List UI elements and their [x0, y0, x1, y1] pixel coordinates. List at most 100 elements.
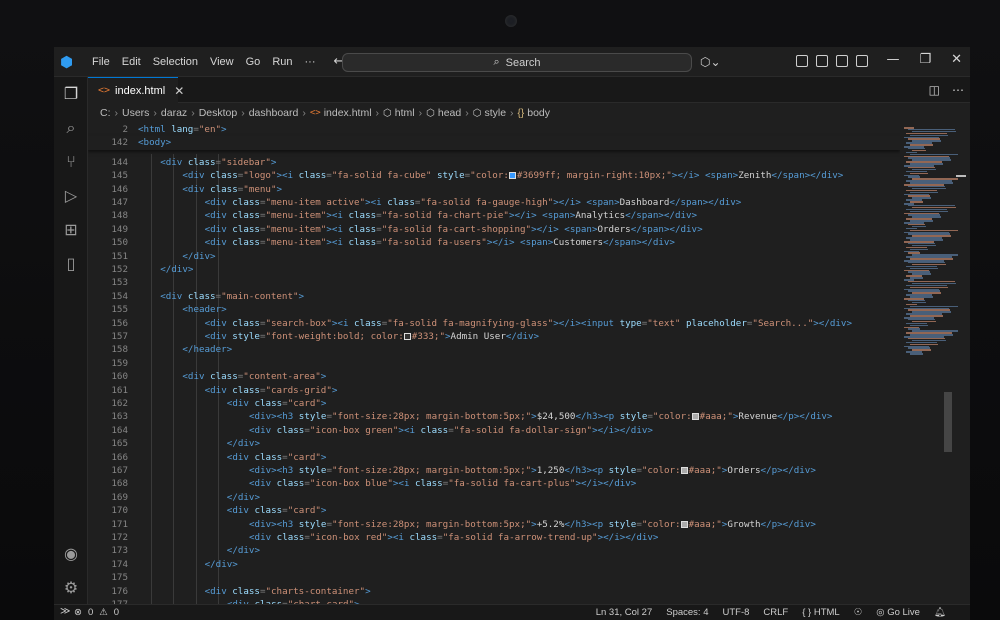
breadcrumb-html[interactable]: html — [395, 107, 415, 119]
code-token: "color: — [652, 411, 692, 423]
breadcrumb-dashboard[interactable]: dashboard — [249, 107, 299, 119]
code-line[interactable]: 175 — [88, 571, 900, 584]
minimize-icon[interactable]: — — [886, 52, 899, 67]
account-icon[interactable]: ◉ — [62, 545, 80, 563]
toggle-panel-icon[interactable] — [836, 55, 848, 67]
menu-run[interactable]: Run — [266, 56, 298, 68]
code-line[interactable]: 161 <div class="cards-grid"> — [88, 384, 900, 397]
code-line[interactable]: 160 <div class="content-area"> — [88, 370, 900, 383]
code-line[interactable]: 149 <div class="menu-item"><i class="fa-s… — [88, 223, 900, 236]
breadcrumb-user[interactable]: daraz — [161, 107, 187, 119]
code-line[interactable]: 176 <div class="charts-container"> — [88, 585, 900, 598]
code-line[interactable]: 153 — [88, 276, 900, 289]
copilot-status-icon[interactable]: ☉ — [854, 607, 863, 618]
color-swatch[interactable] — [508, 172, 516, 180]
code-line[interactable]: 157 <div style="font-weight:bold; color: #… — [88, 330, 900, 343]
toggle-secondary-sidebar-icon[interactable] — [856, 55, 868, 67]
copilot-icon[interactable]: ⬡⌄ — [700, 55, 721, 69]
code-line[interactable]: 164 <div class="icon-box green"><i class=… — [88, 424, 900, 437]
code-line[interactable]: 150 <div class="menu-item"><i class="fa-s… — [88, 236, 900, 249]
code-line[interactable]: 151 </div> — [88, 250, 900, 263]
breadcrumb-style[interactable]: style — [484, 107, 506, 119]
color-swatch[interactable] — [680, 520, 688, 528]
code-line[interactable]: 156 <div class="search-box"><i class="fa-… — [88, 317, 900, 330]
code-line[interactable]: 169 </div> — [88, 491, 900, 504]
color-swatch[interactable] — [403, 333, 411, 340]
code-line[interactable]: 163 <div><h3 style="font-size:28px; margi… — [88, 410, 900, 423]
code-line[interactable]: 174 </div> — [88, 558, 900, 571]
close-tab-icon[interactable]: ✕ — [174, 84, 184, 98]
code-line[interactable]: 162 <div class="card"> — [88, 397, 900, 410]
minimap[interactable] — [900, 123, 960, 604]
menu-go[interactable]: Go — [240, 56, 267, 68]
code-line[interactable]: 159 — [88, 357, 900, 370]
color-swatch[interactable] — [691, 413, 699, 421]
cursor-position[interactable]: Ln 31, Col 27 — [596, 607, 653, 618]
code-token: "menu" — [243, 183, 277, 195]
line-ending[interactable]: CRLF — [763, 607, 788, 618]
menu-more[interactable]: ··· — [299, 56, 322, 68]
code-line[interactable]: 167 <div><h3 style="font-size:28px; margi… — [88, 464, 900, 477]
sticky-scroll-line[interactable]: 142 <body> — [88, 136, 900, 150]
code-line[interactable]: 146 <div class="menu"> — [88, 183, 900, 196]
go-live-button[interactable]: ◎ Go Live — [876, 607, 920, 618]
code-line[interactable]: 155 <header> — [88, 303, 900, 316]
code-line[interactable]: 158 </header> — [88, 343, 900, 356]
code-line[interactable]: 166 <div class="card"> — [88, 451, 900, 464]
breadcrumb-users[interactable]: Users — [122, 107, 149, 119]
code-line[interactable]: 145 <div class="logo"><i class="fa-solid … — [88, 169, 900, 182]
indentation[interactable]: Spaces: 4 — [666, 607, 708, 618]
code-editor[interactable]: 2 <html lang="en"> 142 <body> 144 <div class=… — [88, 123, 900, 604]
code-line[interactable]: 165 </div> — [88, 437, 900, 450]
more-actions-icon[interactable]: ⋯ — [952, 83, 964, 97]
code-token: ></i> — [531, 223, 559, 235]
code-line[interactable]: 147 <div class="menu-item active"><i clas… — [88, 196, 900, 209]
run-debug-icon[interactable]: ▷ — [62, 187, 80, 205]
remote-icon[interactable]: ≫ — [60, 606, 70, 617]
breadcrumb-body[interactable]: body — [527, 107, 550, 119]
code-token: Orders — [597, 223, 631, 235]
code-line[interactable]: 173 </div> — [88, 544, 900, 557]
menu-edit[interactable]: Edit — [116, 56, 147, 68]
notifications-bell-icon[interactable]: 🔔︎ — [934, 607, 946, 618]
breadcrumb-drive[interactable]: C: — [100, 107, 111, 119]
menu-selection[interactable]: Selection — [147, 56, 204, 68]
code-token: #aaa;" — [688, 518, 722, 530]
command-center-search[interactable]: ⌕ Search — [342, 53, 692, 72]
explorer-icon[interactable]: ❐ — [62, 85, 80, 103]
sticky-scroll-line[interactable]: 2 <html lang="en"> — [88, 123, 900, 137]
code-line[interactable]: 172 <div class="icon-box red"><i class="f… — [88, 531, 900, 544]
color-swatch[interactable] — [680, 467, 688, 474]
tab-index-html[interactable]: <> index.html ✕ — [88, 77, 184, 103]
problems-indicator[interactable]: ⊗ 0 ⚠ 0 — [74, 607, 119, 618]
code-line[interactable]: 170 <div class="card"> — [88, 504, 900, 517]
code-token: </span></div> — [669, 197, 742, 208]
code-line[interactable]: 148 <div class="menu-item"><i class="fa-s… — [88, 209, 900, 222]
line-number: 168 — [111, 478, 128, 490]
mobile-device-icon[interactable]: ▯ — [62, 255, 80, 273]
layout-customize-icon[interactable] — [796, 55, 808, 67]
code-line[interactable]: 152 </div> — [88, 263, 900, 276]
toggle-sidebar-icon[interactable] — [816, 55, 828, 67]
encoding[interactable]: UTF-8 — [722, 607, 749, 618]
breadcrumb-head[interactable]: head — [438, 107, 461, 119]
code-line[interactable]: 168 <div class="icon-box blue"><i class="… — [88, 477, 900, 490]
extensions-icon[interactable]: ⊞ — [62, 221, 80, 239]
split-editor-icon[interactable]: ◫ — [929, 83, 940, 97]
menu-view[interactable]: View — [204, 56, 240, 68]
close-window-icon[interactable]: ✕ — [951, 52, 962, 67]
code-line[interactable]: 171 <div><h3 style="font-size:28px; margi… — [88, 518, 900, 531]
vertical-scrollbar[interactable] — [944, 392, 952, 452]
line-number: 150 — [111, 237, 128, 249]
restore-icon[interactable]: ❐ — [919, 52, 931, 67]
code-line[interactable]: 154 <div class="main-content"> — [88, 290, 900, 303]
language-mode[interactable]: { } HTML — [802, 607, 840, 618]
manage-gear-icon[interactable]: ⚙ — [62, 579, 80, 597]
search-view-icon[interactable]: ⌕ — [62, 119, 80, 137]
breadcrumb-desktop[interactable]: Desktop — [199, 107, 238, 119]
breadcrumb-file[interactable]: index.html — [324, 107, 372, 119]
code-line[interactable]: 144 <div class="sidebar"> — [88, 156, 900, 169]
webcam — [505, 15, 517, 27]
source-control-icon[interactable]: ⑂ — [62, 153, 80, 171]
menu-file[interactable]: File — [86, 56, 116, 68]
